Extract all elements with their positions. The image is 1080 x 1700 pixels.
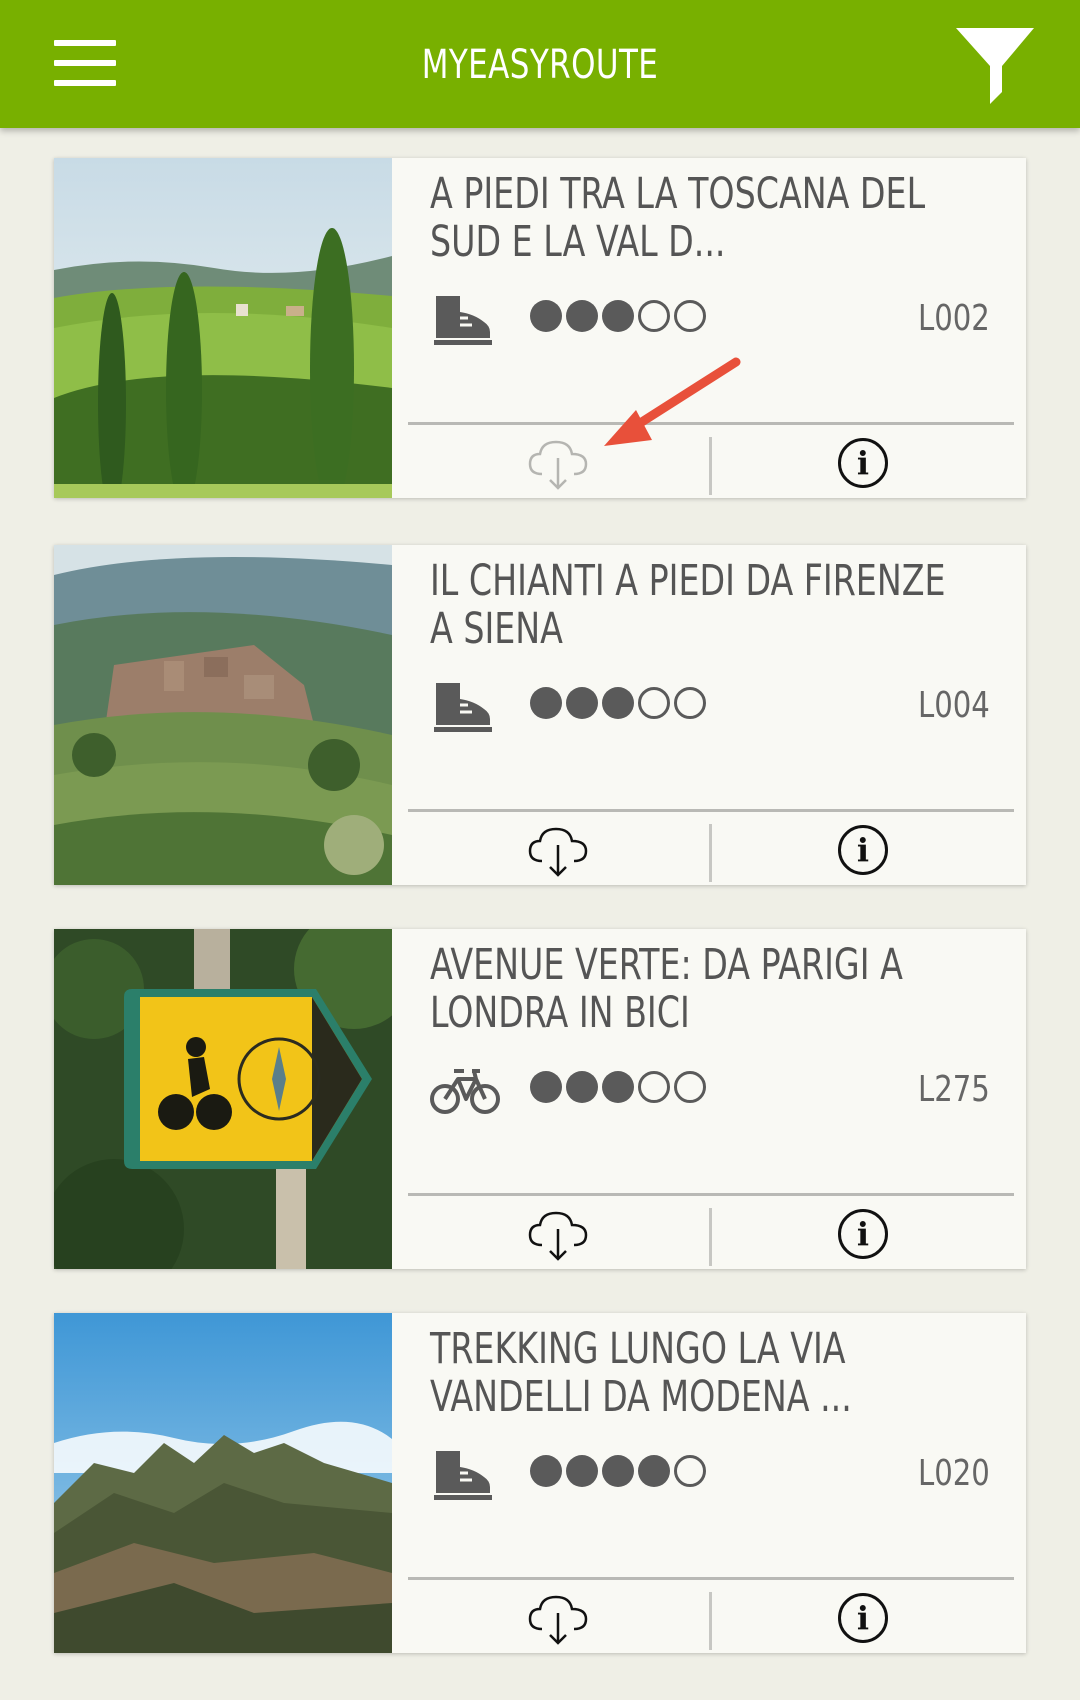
- difficulty-rating: [530, 1071, 706, 1111]
- card-actions: i: [408, 809, 1014, 888]
- cloud-download-icon: [528, 827, 588, 877]
- card-actions: i: [408, 1193, 1014, 1272]
- cloud-download-icon: [528, 440, 588, 490]
- info-icon: i: [838, 438, 888, 488]
- route-photo-chianti-village: [54, 545, 392, 885]
- route-photo-mountains: [54, 1313, 392, 1653]
- rating-dot-empty: [674, 300, 706, 332]
- route-title-line: IL CHIANTI A PIEDI DA FIRENZE: [430, 556, 946, 606]
- route-title-line: AVENUE VERTE: DA PARIGI A: [430, 940, 903, 990]
- hiking-boot-icon: [430, 292, 494, 346]
- route-title: IL CHIANTI A PIEDI DA FIRENZE A SIENA: [430, 556, 946, 654]
- app-title: MYEASYROUTE: [421, 42, 659, 88]
- hiking-boot-icon: [430, 1447, 494, 1501]
- difficulty-rating: [530, 1455, 706, 1495]
- rating-dot-filled: [602, 1455, 634, 1487]
- rating-dot-filled: [638, 1455, 670, 1487]
- rating-dot-filled: [602, 687, 634, 719]
- rating-dot-filled: [566, 1455, 598, 1487]
- route-code: L275: [918, 1069, 990, 1110]
- info-button[interactable]: i: [712, 1580, 1014, 1656]
- route-title: A PIEDI TRA LA TOSCANA DEL SUD E LA VAL …: [430, 170, 929, 266]
- route-title-line: TREKKING LUNGO LA VIA: [430, 1324, 846, 1374]
- route-title-line: VANDELLI DA MODENA ...: [430, 1372, 852, 1422]
- app-bar: MYEASYROUTE: [0, 0, 1080, 128]
- info-icon: i: [838, 1209, 888, 1259]
- route-card[interactable]: TREKKING LUNGO LA VIA VANDELLI DA MODENA…: [54, 1313, 1026, 1653]
- route-title-line: A PIEDI TRA LA TOSCANA DEL: [430, 169, 926, 219]
- route-card[interactable]: IL CHIANTI A PIEDI DA FIRENZE A SIENA L0…: [54, 545, 1026, 885]
- rating-dot-filled: [530, 300, 562, 332]
- route-title-line: SUD E LA VAL D...: [430, 217, 726, 267]
- rating-dot-filled: [530, 1455, 562, 1487]
- difficulty-rating: [530, 687, 706, 727]
- difficulty-rating: [530, 300, 706, 340]
- route-photo-cycle-sign: [54, 929, 392, 1269]
- route-title-line: LONDRA IN BICI: [430, 988, 690, 1038]
- rating-dot-empty: [638, 300, 670, 332]
- route-card[interactable]: A PIEDI TRA LA TOSCANA DEL SUD E LA VAL …: [54, 158, 1026, 498]
- info-button[interactable]: i: [712, 1196, 1014, 1272]
- info-button[interactable]: i: [712, 812, 1014, 888]
- rating-dot-filled: [530, 1071, 562, 1103]
- rating-dot-empty: [674, 687, 706, 719]
- bicycle-icon: [430, 1063, 500, 1117]
- download-cloud-button[interactable]: [408, 812, 708, 888]
- hiking-boot-icon: [430, 679, 494, 733]
- route-code: L020: [918, 1453, 990, 1494]
- route-title: TREKKING LUNGO LA VIA VANDELLI DA MODENA…: [430, 1325, 929, 1421]
- rating-dot-empty: [638, 1071, 670, 1103]
- info-button[interactable]: i: [712, 425, 1014, 501]
- info-icon: i: [838, 825, 888, 875]
- info-icon: i: [838, 1593, 888, 1643]
- route-photo-tuscany-hills: [54, 158, 392, 498]
- rating-dot-filled: [530, 687, 562, 719]
- card-actions: i: [408, 1577, 1014, 1656]
- rating-dot-filled: [566, 1071, 598, 1103]
- rating-dot-filled: [566, 687, 598, 719]
- rating-dot-empty: [674, 1455, 706, 1487]
- route-title: AVENUE VERTE: DA PARIGI A LONDRA IN BICI: [430, 941, 929, 1037]
- annotation-arrow-icon: [604, 357, 741, 446]
- rating-dot-filled: [602, 300, 634, 332]
- rating-dot-empty: [674, 1071, 706, 1103]
- download-cloud-button[interactable]: [408, 1580, 708, 1656]
- cloud-download-icon: [528, 1211, 588, 1261]
- rating-dot-filled: [566, 300, 598, 332]
- rating-dot-empty: [638, 687, 670, 719]
- route-card[interactable]: AVENUE VERTE: DA PARIGI A LONDRA IN BICI…: [54, 929, 1026, 1269]
- filter-funnel-icon[interactable]: [954, 26, 1036, 108]
- route-code: L002: [918, 298, 990, 339]
- route-list: A PIEDI TRA LA TOSCANA DEL SUD E LA VAL …: [0, 128, 1080, 1700]
- rating-dot-filled: [602, 1071, 634, 1103]
- route-code: L004: [918, 685, 990, 726]
- download-cloud-button[interactable]: [408, 1196, 708, 1272]
- cloud-download-icon: [528, 1595, 588, 1645]
- route-title-line: A SIENA: [430, 604, 563, 654]
